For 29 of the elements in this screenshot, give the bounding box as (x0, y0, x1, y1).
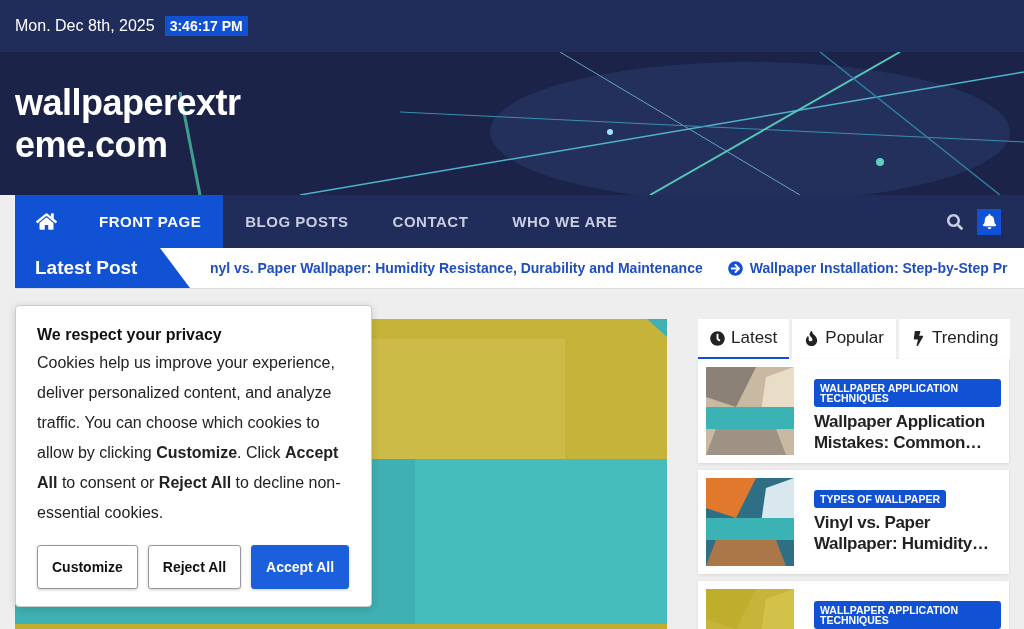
post-title[interactable]: Wallpaper Application Mistakes: Common… (814, 411, 1001, 453)
search-icon[interactable] (947, 213, 963, 230)
sidebar-tab[interactable]: Latest (698, 319, 790, 359)
ticker-label: Latest Post (15, 248, 190, 288)
dialog-title: We respect your privacy (37, 326, 223, 344)
site-title[interactable]: wallpaperextreme.com (15, 81, 255, 166)
category-tag[interactable]: WALLPAPER APPLICATION TECHNIQUES (814, 601, 1001, 629)
nav-link[interactable]: CONTACT (370, 195, 491, 248)
dialog-button[interactable]: Accept All (251, 545, 350, 589)
nav-link[interactable]: FRONT PAGE (77, 195, 224, 248)
sidebar-tab[interactable]: Popular (792, 319, 896, 359)
clock-time: 3:46:17 PM (164, 16, 248, 36)
post-title[interactable]: Vinyl vs. Paper Wallpaper: Humidity… (814, 512, 1001, 554)
flame-icon (804, 330, 820, 346)
nav-link[interactable]: WHO WE ARE (490, 195, 640, 248)
ticker-link[interactable]: nyl vs. Paper Wallpaper: Humidity Resistance, Durability and Maintenance (210, 260, 703, 276)
date-text: Mon. Dec 8th, 2025 (15, 17, 155, 35)
dialog-text: Cookies help us improve your experience, deliver personalized content, and analyze traffic. You can choose which cookies to allow by clicking Customize. Click Accept All to consent or Reject All to decline non-essential cookies. (37, 353, 342, 523)
dialog-button[interactable]: Reject All (147, 545, 242, 589)
category-tag[interactable]: WALLPAPER APPLICATION TECHNIQUES (814, 379, 1001, 407)
dialog-button[interactable]: Customize (37, 545, 138, 589)
bell-icon (981, 214, 997, 229)
clock-icon (710, 330, 725, 346)
sidebar-tab[interactable]: Trending (898, 319, 1011, 359)
nav-link[interactable]: BLOG POSTS (223, 195, 371, 248)
home-icon (36, 211, 57, 232)
ticker-link[interactable]: Wallpaper Installation: Step-by-Step Pr (749, 260, 1008, 276)
category-tag[interactable]: TYPES OF WALLPAPER (814, 490, 946, 508)
bell-button[interactable] (977, 208, 1001, 235)
